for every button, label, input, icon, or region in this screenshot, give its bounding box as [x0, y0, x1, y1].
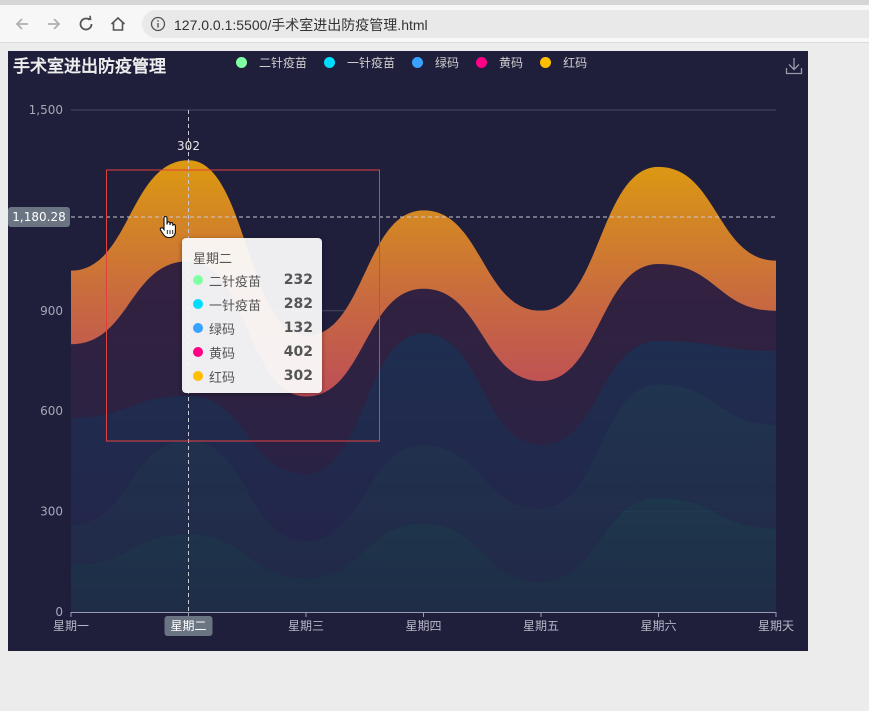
tooltip-row: 一针疫苗 282	[193, 293, 313, 315]
x-tick-label: 星期天	[758, 619, 794, 633]
tooltip-row: 绿码 132	[193, 317, 313, 339]
browser-toolbar: 127.0.0.1:5500/手术室进出防疫管理.html	[0, 5, 869, 43]
tooltip-series-name: 红码	[209, 370, 236, 386]
y-tick-label: 0	[55, 605, 63, 619]
back-arrow-icon	[15, 18, 28, 30]
tooltip-marker	[193, 299, 203, 309]
tooltip-row: 黄码 402	[193, 341, 313, 363]
x-tick-label: 星期五	[523, 619, 559, 633]
y-axis-pointer-label: 1,180.28	[12, 210, 65, 224]
tooltip-marker	[193, 323, 203, 333]
tooltip-series-value: 302	[283, 368, 313, 384]
chart-panel: 手术室进出防疫管理 二针疫苗 一针疫苗 绿码 黄码 红码 0 300 600 900 1,500…	[8, 51, 808, 651]
y-tick-label: 1,500	[29, 103, 63, 117]
info-icon[interactable]	[150, 16, 166, 32]
home-icon	[110, 16, 126, 31]
tooltip-row: 红码 302	[193, 365, 313, 387]
tooltip-marker	[193, 347, 203, 357]
x-tick-label: 星期一	[53, 619, 89, 633]
tooltip-row: 二针疫苗 232	[193, 269, 313, 291]
x-tick-label: 星期二	[170, 619, 206, 633]
tooltip-marker	[193, 275, 203, 285]
tooltip-title: 星期二	[193, 252, 233, 267]
peak-data-label: 302	[177, 139, 200, 153]
y-tick-label: 300	[40, 505, 63, 519]
home-button[interactable]	[105, 11, 131, 37]
tooltip-series-value: 282	[283, 296, 313, 312]
tooltip-series-value: 232	[283, 272, 313, 288]
tooltip-series-name: 二针疫苗	[209, 274, 262, 290]
hand-cursor-icon	[159, 215, 176, 239]
y-tick-label: 900	[40, 304, 63, 318]
forward-arrow-icon	[48, 18, 61, 30]
chart-plot: 03006009001,500星期一 星期二 星期三 星期四 星期五 星期六 星期天 1,1…	[8, 103, 794, 636]
address-bar[interactable]: 127.0.0.1:5500/手术室进出防疫管理.html	[142, 10, 869, 38]
reload-button[interactable]	[73, 11, 99, 37]
forward-button[interactable]	[41, 11, 67, 37]
y-tick-label: 600	[40, 404, 63, 418]
tooltip-marker	[193, 371, 203, 381]
tooltip-series-name: 黄码	[209, 346, 236, 362]
x-tick-label: 星期三	[288, 619, 324, 633]
tooltip: 星期二 二针疫苗 232 一针疫苗 282 绿码 132 黄码 402 红码 3…	[182, 238, 322, 393]
back-button[interactable]	[9, 11, 35, 37]
x-tick-label: 星期四	[405, 619, 441, 633]
reload-icon	[79, 15, 93, 31]
tooltip-series-value: 132	[283, 320, 313, 336]
url-text[interactable]: 127.0.0.1:5500/手术室进出防疫管理.html	[174, 15, 428, 35]
tooltip-series-name: 一针疫苗	[209, 298, 262, 314]
x-tick-label: 星期六	[640, 619, 676, 633]
tooltip-series-value: 402	[283, 344, 313, 360]
tooltip-series-name: 绿码	[209, 322, 236, 338]
